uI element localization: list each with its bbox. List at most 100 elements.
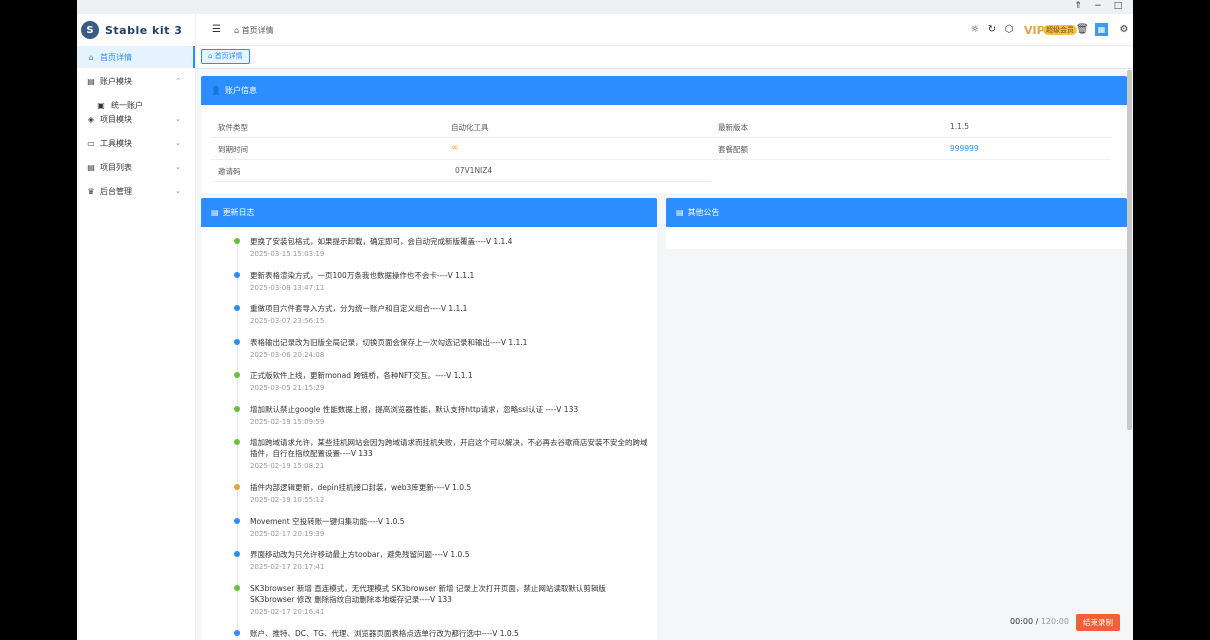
changelog-date: 2025-03-15 15:03:19 [250, 250, 325, 258]
sidebar-item-label: 账户模块 [100, 76, 132, 86]
changelog-text: 插件内部逻辑更新，depin挂机接口封装，web3库更新----V 1.0.5 [250, 483, 472, 492]
changelog-date: 2025-02-19 10:55:12 [250, 496, 325, 504]
gear-icon[interactable]: ⚙ [1118, 24, 1130, 35]
shield-icon[interactable]: ⬡ [1003, 24, 1015, 35]
divider [211, 137, 711, 138]
sidebar-item-label: 项目列表 [100, 162, 132, 172]
chevron-icon: ⌄ [175, 187, 181, 195]
sidebar-item-1[interactable]: ▤ 账户模块 ⌃ [77, 70, 195, 92]
sidebar: S Stable kit 3 ⌂ 首页详情 ▤ 账户模块 ⌃ ▣ 统一账户 ◈ 项目模块 ⌄ ▭ 工具… [77, 14, 196, 640]
expire-value: ∞ [451, 143, 459, 153]
timeline-dot [234, 584, 240, 591]
software-type-value: 自动化工具 [451, 123, 489, 132]
changelog-text: 重做项目六件套导入方式，分为统一账户和自定义组合----V 1.1.1 [250, 304, 468, 313]
changelog-date: 2025-03-08 13:47:11 [250, 283, 325, 292]
window-titlebar: ⇑ − □ [77, 0, 1133, 14]
timeline-dot [234, 439, 240, 445]
main-content: 👤 账户信息 软件类型 自动化工具 最新版本 1.1.5 到期时间 ∞ 套餐配额 … [196, 69, 1133, 640]
menu-collapse-icon[interactable]: ☰ [212, 24, 221, 35]
changelog-date: 2025-03-05 21:15:29 [250, 384, 325, 392]
divider [211, 159, 711, 160]
changelog-date: 2025-02-17 20:17:41 [250, 563, 325, 571]
layers-icon: ◈ [87, 114, 95, 124]
timeline-dot [234, 372, 240, 378]
breadcrumb: ⌂ 首页详情 [234, 26, 274, 35]
account-card-title: 账户信息 [224, 86, 257, 95]
account-icon: ▤ [87, 76, 95, 86]
home-icon: ⌂ [88, 52, 94, 62]
changelog-text: 正式版软件上线，更新monad 跨链桥，各种NFT交互。----V 1.1.1 [250, 371, 473, 380]
changelog-text: SK3browser 新增 直连模式，无代理模式 SK3browser 新增 记… [250, 583, 606, 604]
timeline-dot [234, 338, 240, 345]
changelog-card-header: ▤ 更新日志 [201, 198, 657, 227]
tool-icon: ▭ [87, 138, 95, 148]
refresh-icon[interactable]: ↻ [986, 24, 998, 35]
minimize-icon[interactable]: − [1089, 1, 1107, 11]
changelog-date: 2025-02-17 20:16:41 [250, 607, 325, 616]
timeline-dot [234, 629, 240, 636]
divider [211, 181, 711, 182]
vip-label: VIP [1024, 24, 1045, 37]
latest-version-label: 最新版本 [718, 123, 748, 132]
changelog-text: Movement 空投转账一键归集功能----V 1.0.5 [250, 516, 405, 526]
announcement-card: ▤ 其他公告 [666, 198, 1127, 249]
chevron-icon: ⌃ [175, 77, 181, 85]
scrollbar[interactable] [1127, 70, 1132, 430]
app-window: ⇑ − □ S Stable kit 3 ⌂ 首页详情 ▤ 账户模块 ⌃ ▣ 统一账户 ◈ 项目… [77, 0, 1133, 640]
document-icon: ▤ [211, 208, 219, 217]
sidebar-item-4[interactable]: ▭ 工具模块 ⌄ [77, 132, 195, 154]
invite-code-label: 邀请码 [218, 167, 241, 176]
sidebar-item-label: 项目模块 [100, 114, 132, 124]
sidebar-item-3[interactable]: ◈ 项目模块 ⌄ [77, 108, 195, 130]
changelog-date: 2025-03-07 23:56:15 [250, 317, 325, 325]
theme-icon[interactable]: ☼ [969, 24, 981, 35]
vip-badge: 超级会员 [1043, 25, 1077, 35]
announcement-card-header: ▤ 其他公告 [666, 198, 1127, 227]
stop-recording-button[interactable]: 结束录制 [1076, 614, 1120, 631]
sidebar-item-label: 首页详情 [100, 52, 132, 62]
chevron-icon: ⌄ [175, 163, 181, 171]
invite-code-value[interactable]: 07V1NIZ4 [455, 166, 492, 175]
changelog-text: 更新表格渲染方式，一页100万条我也数据操作也不会卡----V 1.1.1 [250, 270, 475, 280]
sidebar-item-0[interactable]: ⌂ 首页详情 [77, 46, 195, 68]
recorder-time: 00:00 [1010, 617, 1034, 626]
sidebar-item-5[interactable]: ▤ 项目列表 ⌄ [77, 156, 195, 178]
chevron-icon: ⌄ [175, 115, 181, 123]
app-title: Stable kit 3 [105, 23, 183, 37]
timeline-dot [234, 238, 240, 244]
trash-icon[interactable]: 🗑 [1076, 24, 1089, 35]
pin-icon[interactable]: ⇑ [1069, 1, 1087, 11]
document-icon: ▤ [676, 208, 684, 217]
expire-label: 到期时间 [218, 145, 248, 154]
app-logo: S Stable kit 3 [77, 14, 195, 46]
tab-bar: ⌂ 首页详情 [196, 46, 1133, 69]
divider [711, 137, 1111, 138]
software-type-label: 软件类型 [218, 123, 248, 132]
quota-value: 999999 [950, 144, 979, 153]
breadcrumb-label: 首页详情 [241, 26, 274, 35]
changelog-text: 账户、推特、DC、TG、代理、浏览器页面表格点选单行改为都行选中----V 1.… [250, 628, 519, 638]
changelog-date: 2025-03-06 20:24:08 [250, 350, 325, 359]
changelog-text: 增加默认禁止google 性能数据上报，提高浏览器性能，默认支持http请求，忽… [250, 404, 579, 414]
recorder-timer: 00:00 / 120:00 [1010, 617, 1069, 626]
sidebar-item-label: 工具模块 [100, 138, 132, 148]
chevron-icon: ⌄ [175, 139, 181, 147]
top-header: ☰ ⌂ 首页详情 ☼ ↻ ⬡ VIP 超级会员 🗑 ▦ ⚙ lingjoy ⌄ [196, 14, 1133, 46]
maximize-icon[interactable]: □ [1109, 1, 1127, 11]
account-card-header: 👤 账户信息 [201, 76, 1127, 105]
tab-home-label: 首页详情 [214, 52, 243, 60]
changelog-date: 2025-02-19 15:09:59 [250, 417, 325, 426]
sidebar-item-6[interactable]: ♛ 后台管理 ⌄ [77, 180, 195, 202]
divider [711, 159, 1111, 160]
logo-icon: S [81, 21, 99, 39]
qr-icon[interactable]: ▦ [1095, 23, 1108, 36]
changelog-date: 2025-02-17 20:19:39 [250, 529, 325, 538]
tab-home[interactable]: ⌂ 首页详情 [201, 49, 250, 64]
timeline-dot [234, 484, 240, 490]
changelog-text: 表格输出记录改为旧版全局记录，切换页面会保存上一次勾选记录和输出----V 1.… [250, 337, 528, 347]
timeline-dot [234, 551, 240, 557]
crown-icon: ♛ [87, 186, 95, 196]
user-icon: 👤 [211, 86, 221, 95]
changelog-date: 2025-02-19 15:08:21 [250, 462, 325, 470]
changelog-text: 更换了安装包格式，如果提示卸载，确定即可，会自动完成新版覆盖----V 1.1.… [250, 237, 513, 246]
